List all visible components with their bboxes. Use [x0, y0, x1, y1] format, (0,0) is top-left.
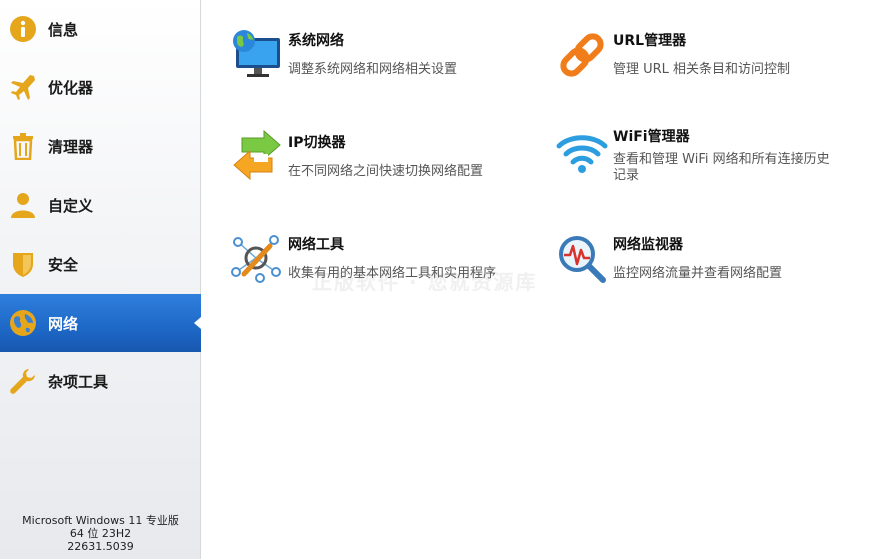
tool-title: URL管理器	[613, 33, 687, 49]
sidebar-item-label: 杂项工具	[48, 372, 109, 391]
tool-network-monitor[interactable]: 网络监视器 监控网络流量并查看网络配置	[555, 232, 855, 322]
tool-network-tools[interactable]: 网络工具 收集有用的基本网络工具和实用程序	[230, 232, 530, 322]
tool-title: WiFi管理器	[613, 129, 690, 145]
sidebar-item-label: 安全	[48, 255, 79, 274]
tool-description: 在不同网络之间快速切换网络配置	[288, 164, 484, 179]
network-tools-panel: 正版软件 · 您就资源库 系统网络 调整系统网络和网络相关设置 URL管理器 管…	[202, 0, 876, 559]
sidebar-item-cleaner[interactable]: 清理器	[0, 117, 201, 175]
os-build: 22631.5039	[67, 540, 134, 553]
tool-url-manager[interactable]: URL管理器 管理 URL 相关条目和访问控制	[555, 28, 855, 118]
monitor-globe-icon	[230, 28, 284, 82]
app-window: 信息 优化器 清理器 自定义 安全 网络 杂项工具 Microsoft Wind…	[0, 0, 876, 559]
globe-icon	[8, 308, 38, 338]
shield-icon	[8, 249, 38, 279]
sidebar-item-security[interactable]: 安全	[0, 235, 201, 293]
sidebar-item-label: 优化器	[48, 78, 94, 97]
tool-description: 调整系统网络和网络相关设置	[288, 62, 458, 77]
trash-icon	[8, 131, 38, 161]
tool-description: 管理 URL 相关条目和访问控制	[613, 62, 791, 77]
tool-wifi-manager[interactable]: WiFi管理器 查看和管理 WiFi 网络和所有连接历史记录	[555, 124, 855, 214]
tool-description: 收集有用的基本网络工具和实用程序	[288, 266, 497, 281]
sidebar-item-label: 网络	[48, 314, 79, 333]
tool-title: 网络工具	[288, 237, 344, 253]
sidebar-item-customize[interactable]: 自定义	[0, 176, 201, 234]
sidebar: 信息 优化器 清理器 自定义 安全 网络 杂项工具 Microsoft Wind…	[0, 0, 201, 559]
info-icon	[8, 14, 38, 44]
sidebar-item-optimizer[interactable]: 优化器	[0, 58, 201, 116]
tool-title: IP切换器	[288, 135, 346, 151]
wrench-icon	[8, 366, 38, 396]
sidebar-item-label: 清理器	[48, 137, 94, 156]
sidebar-item-network[interactable]: 网络	[0, 294, 201, 352]
sidebar-item-label: 自定义	[48, 196, 94, 215]
switch-arrows-icon	[230, 129, 284, 184]
sidebar-item-label: 信息	[48, 20, 79, 39]
magnifier-pulse-icon	[555, 232, 609, 286]
airplane-icon	[8, 72, 38, 102]
tool-ip-switcher[interactable]: IP切换器 在不同网络之间快速切换网络配置	[230, 129, 530, 220]
chain-link-icon	[555, 28, 609, 82]
os-name: Microsoft Windows 11 专业版	[22, 514, 179, 527]
tool-system-network[interactable]: 系统网络 调整系统网络和网络相关设置	[230, 28, 530, 118]
sidebar-item-info[interactable]: 信息	[0, 0, 201, 58]
wifi-icon	[555, 124, 609, 178]
system-info: Microsoft Windows 11 专业版 64 位 23H2 22631…	[0, 514, 201, 553]
user-icon	[8, 190, 38, 220]
tool-title: 网络监视器	[613, 237, 683, 253]
sidebar-item-misc-tools[interactable]: 杂项工具	[0, 352, 201, 410]
network-tools-icon	[230, 232, 284, 286]
tool-title: 系统网络	[288, 33, 344, 49]
os-arch: 64 位 23H2	[69, 527, 132, 540]
tool-description: 查看和管理 WiFi 网络和所有连接历史记录	[613, 152, 830, 183]
tool-description: 监控网络流量并查看网络配置	[613, 266, 783, 281]
